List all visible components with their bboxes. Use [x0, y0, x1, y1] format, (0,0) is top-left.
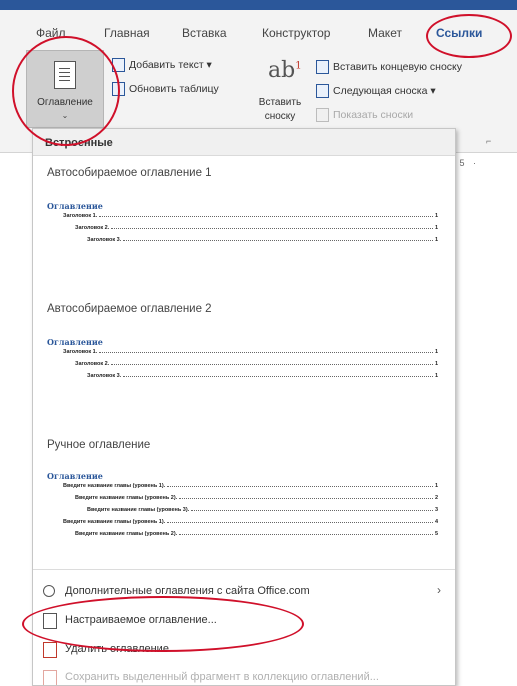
title-bar [0, 0, 517, 10]
toc-preview-line: Введите название главы (уровень 1). 4 [63, 519, 438, 525]
table-of-contents-button[interactable]: Оглавление ⌄ [26, 50, 104, 128]
update-table-label: Обновить таблицу [129, 82, 219, 95]
toc-preview-heading: Оглавление [47, 337, 103, 347]
gallery-item-auto-toc-1[interactable]: Автособираемое оглавление 1 Оглавление З… [39, 161, 447, 311]
toc-line-page: 1 [434, 361, 438, 367]
update-table-button[interactable]: Обновить таблицу [112, 82, 219, 96]
insert-endnote-label: Вставить концевую сноску [333, 60, 462, 73]
gallery-item-manual-toc[interactable]: Ручное оглавление Оглавление Введите наз… [39, 435, 447, 565]
toc-line-text: Заголовок 1. [63, 349, 98, 355]
toc-line-page: 1 [434, 349, 438, 355]
toc-line-text: Заголовок 3. [87, 237, 122, 243]
toc-line-text: Введите название главы (уровень 2). [75, 531, 178, 537]
toc-preview-line: Введите название главы (уровень 2). 2 [75, 495, 438, 501]
toc-line-page: 1 [434, 373, 438, 379]
toc-line-page: 1 [434, 225, 438, 231]
save-selection-icon [43, 670, 57, 685]
toc-line-page: 1 [434, 213, 438, 219]
toc-line-page: 3 [434, 507, 438, 513]
group-dialog-launcher-icon[interactable]: ⌐ [486, 136, 491, 146]
section-header-label: Встроенные [45, 137, 113, 149]
tab-home[interactable]: Главная [104, 26, 150, 40]
insert-footnote-icon[interactable]: ab1 [268, 58, 302, 83]
gallery-item-title: Автособираемое оглавление 2 [47, 303, 212, 315]
tab-references[interactable]: Ссылки [436, 26, 482, 40]
toc-line-text: Введите название главы (уровень 3). [87, 507, 190, 513]
toc-line-text: Введите название главы (уровень 1). [63, 519, 166, 525]
footnote-ab-glyph: ab [268, 58, 296, 83]
toc-line-text: Введите название главы (уровень 2). [75, 495, 178, 501]
add-text-label: Добавить текст ▾ [129, 58, 212, 71]
gallery-item-title: Ручное оглавление [47, 439, 151, 451]
tab-file[interactable]: Файл [36, 26, 66, 40]
toc-line-page: 5 [434, 531, 438, 537]
update-table-icon [112, 82, 125, 96]
show-notes-label: Показать сноски [333, 108, 414, 121]
toc-line-text: Введите название главы (уровень 1). [63, 483, 166, 489]
table-of-contents-label: Оглавление [37, 97, 93, 108]
toc-line-page: 1 [434, 483, 438, 489]
menu-item-label: Настраиваемое оглавление... [65, 614, 217, 626]
remove-toc-item[interactable]: Удалить оглавление [33, 637, 455, 661]
tab-design[interactable]: Конструктор [262, 26, 330, 40]
custom-toc-item[interactable]: Настраиваемое оглавление... [33, 608, 455, 632]
toc-preview-line: Заголовок 1. 1 [63, 349, 438, 355]
toc-line-text: Заголовок 2. [75, 225, 110, 231]
table-of-contents-icon [54, 61, 76, 89]
toc-line-text: Заголовок 3. [87, 373, 122, 379]
toc-preview-line: Заголовок 2. 1 [75, 361, 438, 367]
add-text-icon [112, 58, 125, 72]
remove-page-icon [43, 642, 57, 658]
toc-line-text: Заголовок 1. [63, 213, 98, 219]
save-selection-to-gallery-item[interactable]: Сохранить выделенный фрагмент в коллекци… [33, 665, 455, 685]
chevron-down-icon: ⌄ [61, 111, 69, 120]
toc-preview-line: Заголовок 2. 1 [75, 225, 438, 231]
toc-preview-line: Введите название главы (уровень 2). 5 [75, 531, 438, 537]
insert-endnote-icon [316, 60, 329, 74]
next-footnote-label: Следующая сноска ▾ [333, 84, 436, 97]
toc-preview-line: Заголовок 3. 1 [87, 237, 438, 243]
next-footnote-button[interactable]: Следующая сноска ▾ [316, 84, 436, 98]
menu-separator [33, 569, 455, 570]
toc-line-text: Заголовок 2. [75, 361, 110, 367]
footnote-superscript: 1 [295, 60, 302, 72]
insert-endnote-button[interactable]: Вставить концевую сноску [316, 60, 462, 74]
menu-item-label: Удалить оглавление [65, 643, 169, 655]
insert-footnote-button[interactable]: Вставить сноску [258, 96, 302, 124]
toc-preview-heading: Оглавление [47, 471, 103, 481]
globe-icon [43, 585, 55, 597]
menu-item-label: Сохранить выделенный фрагмент в коллекци… [65, 671, 379, 683]
more-tocs-office-com-item[interactable]: Дополнительные оглавления с сайта Office… [33, 579, 455, 603]
gallery-section-header: Встроенные [33, 129, 455, 156]
tab-layout[interactable]: Макет [368, 26, 402, 40]
add-text-button[interactable]: Добавить текст ▾ [112, 58, 212, 72]
tab-insert[interactable]: Вставка [182, 26, 227, 40]
chevron-right-icon: › [437, 583, 441, 597]
table-of-contents-dropdown: Встроенные Автособираемое оглавление 1 О… [32, 128, 456, 686]
toc-preview-line: Заголовок 3. 1 [87, 373, 438, 379]
menu-item-label: Дополнительные оглавления с сайта Office… [65, 585, 310, 597]
toc-line-page: 1 [434, 237, 438, 243]
gallery-item-auto-toc-2[interactable]: Автособираемое оглавление 2 Оглавление З… [39, 299, 447, 429]
show-notes-icon [316, 108, 329, 122]
next-footnote-icon [316, 84, 329, 98]
toc-line-page: 4 [434, 519, 438, 525]
toc-preview-line: Введите название главы (уровень 1). 1 [63, 483, 438, 489]
toc-line-page: 2 [434, 495, 438, 501]
toc-preview-heading: Оглавление [47, 201, 103, 211]
page-icon [43, 613, 57, 629]
toc-preview-line: Заголовок 1. 1 [63, 213, 438, 219]
gallery-item-title: Автособираемое оглавление 1 [47, 167, 212, 179]
toc-preview-line: Введите название главы (уровень 3). 3 [87, 507, 438, 513]
show-notes-button[interactable]: Показать сноски [316, 108, 413, 122]
